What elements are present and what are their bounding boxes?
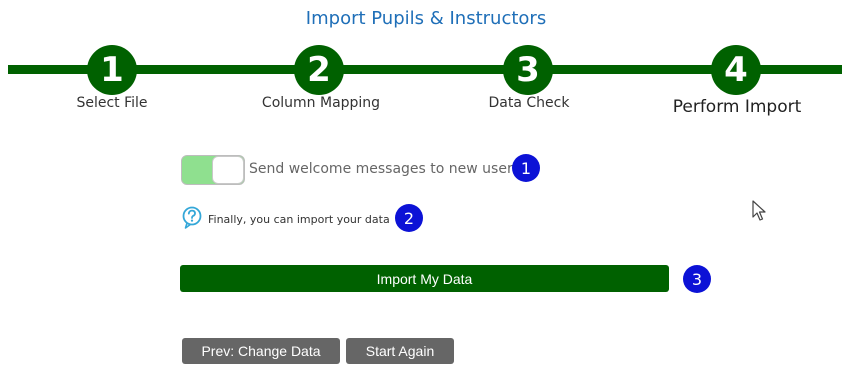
help-text: Finally, you can import your data: [208, 213, 390, 226]
mouse-cursor-icon: [752, 200, 766, 221]
toggle-knob[interactable]: [212, 156, 244, 184]
page-title: Import Pupils & Instructors: [305, 8, 547, 29]
step-3-label: Data Check: [488, 95, 570, 111]
step-4-label: Perform Import: [672, 97, 802, 117]
step-4-circle[interactable]: 4: [711, 45, 761, 95]
step-1-label: Select File: [76, 95, 148, 111]
welcome-messages-toggle[interactable]: [181, 155, 245, 185]
prev-change-data-button[interactable]: Prev: Change Data: [182, 338, 340, 364]
step-2-circle[interactable]: 2: [294, 45, 344, 95]
step-2-label: Column Mapping: [261, 95, 381, 111]
welcome-messages-label: Send welcome messages to new users: [249, 161, 521, 177]
callout-badge-2: 2: [395, 204, 423, 232]
help-icon: [182, 206, 202, 229]
start-again-button[interactable]: Start Again: [346, 338, 454, 364]
import-my-data-button[interactable]: Import My Data: [180, 265, 669, 292]
step-1-circle[interactable]: 1: [87, 45, 137, 95]
callout-badge-3: 3: [683, 265, 711, 293]
callout-badge-1: 1: [512, 154, 540, 182]
step-3-circle[interactable]: 3: [503, 45, 553, 95]
